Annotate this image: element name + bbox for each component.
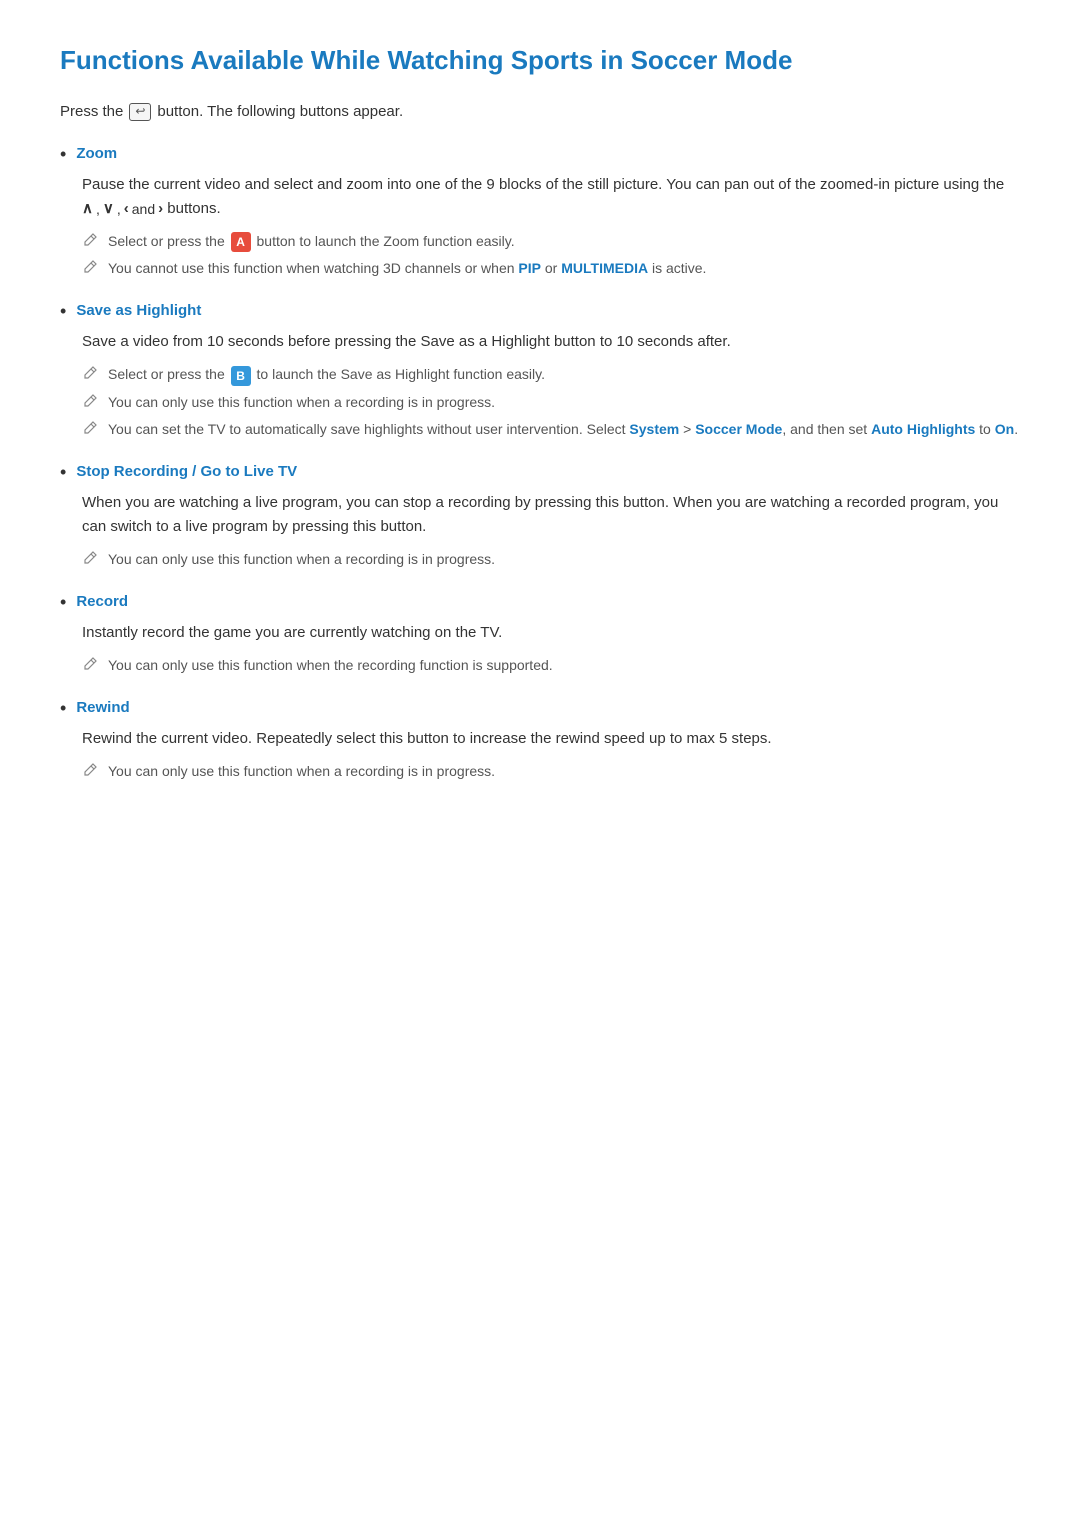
tool-button-icon (129, 103, 151, 121)
note-item: Select or press the B to launch the Save… (82, 364, 1020, 385)
btn-b-badge: B (231, 366, 251, 386)
section-body-record: Instantly record the game you are curren… (82, 621, 1020, 676)
section-title-stop-recording: Stop Recording / Go to Live TV (76, 460, 297, 484)
section-body-zoom: Pause the current video and select and z… (82, 173, 1020, 279)
record-notes: You can only use this function when the … (82, 655, 1020, 676)
record-description: Instantly record the game you are curren… (82, 621, 1020, 645)
btn-a-badge: A (231, 232, 251, 252)
record-note-1: You can only use this function when the … (108, 655, 553, 676)
down-arrow: ∨ (103, 197, 114, 221)
features-list: • Zoom Pause the current video and selec… (60, 142, 1020, 783)
note-item: You can only use this function when a re… (82, 549, 1020, 570)
zoom-description: Pause the current video and select and z… (82, 173, 1020, 221)
stop-recording-note-1: You can only use this function when a re… (108, 549, 495, 570)
rewind-description: Rewind the current video. Repeatedly sel… (82, 727, 1020, 751)
save-highlight-note-3: You can set the TV to automatically save… (108, 419, 1018, 440)
pip-label: PIP (518, 260, 541, 276)
left-arrow: ‹ (124, 197, 129, 221)
zoom-notes: Select or press the A button to launch t… (82, 231, 1020, 279)
save-highlight-description: Save a video from 10 seconds before pres… (82, 330, 1020, 354)
bullet-dot: • (60, 142, 66, 167)
intro-prefix: Press the (60, 100, 123, 124)
soccer-mode-label: Soccer Mode (695, 421, 782, 437)
zoom-note-1: Select or press the A button to launch t… (108, 231, 515, 252)
stop-recording-notes: You can only use this function when a re… (82, 549, 1020, 570)
note-item: You cannot use this function when watchi… (82, 258, 1020, 279)
note-item: You can only use this function when the … (82, 655, 1020, 676)
save-highlight-note-1: Select or press the B to launch the Save… (108, 364, 545, 385)
list-item-save-as-highlight: • Save as Highlight Save a video from 10… (60, 299, 1020, 439)
bullet-dot: • (60, 299, 66, 324)
note-item: You can only use this function when a re… (82, 392, 1020, 413)
zoom-note-2: You cannot use this function when watchi… (108, 258, 706, 279)
note-item: Select or press the A button to launch t… (82, 231, 1020, 252)
save-highlight-note-2: You can only use this function when a re… (108, 392, 495, 413)
list-item-zoom: • Zoom Pause the current video and selec… (60, 142, 1020, 279)
on-label: On (995, 421, 1014, 437)
page-title: Functions Available While Watching Sport… (60, 40, 1020, 82)
pencil-icon (82, 762, 100, 780)
multimedia-label: MULTIMEDIA (561, 260, 648, 276)
section-title-rewind: Rewind (76, 696, 129, 720)
pencil-icon (82, 232, 100, 250)
right-arrow: › (158, 197, 163, 221)
bullet-dot: • (60, 696, 66, 721)
list-item-record: • Record Instantly record the game you a… (60, 590, 1020, 676)
list-item-rewind: • Rewind Rewind the current video. Repea… (60, 696, 1020, 782)
section-body-stop-recording: When you are watching a live program, yo… (82, 491, 1020, 570)
and-text: and (132, 198, 155, 220)
section-title-record: Record (76, 590, 128, 614)
auto-highlights-label: Auto Highlights (871, 421, 975, 437)
pencil-icon (82, 656, 100, 674)
arrow-symbols: ∧, ∨, ‹ and › (82, 197, 163, 221)
list-item-stop-recording: • Stop Recording / Go to Live TV When yo… (60, 460, 1020, 570)
pencil-icon (82, 420, 100, 438)
note-item: You can only use this function when a re… (82, 761, 1020, 782)
rewind-note-1: You can only use this function when a re… (108, 761, 495, 782)
pencil-icon (82, 365, 100, 383)
rewind-notes: You can only use this function when a re… (82, 761, 1020, 782)
pencil-icon (82, 393, 100, 411)
pencil-icon (82, 259, 100, 277)
stop-recording-description: When you are watching a live program, yo… (82, 491, 1020, 539)
section-title-save-as-highlight: Save as Highlight (76, 299, 201, 323)
section-title-zoom: Zoom (76, 142, 117, 166)
up-arrow: ∧ (82, 197, 93, 221)
intro-suffix: button. The following buttons appear. (157, 100, 403, 124)
intro-text: Press the button. The following buttons … (60, 100, 1020, 124)
section-body-save-as-highlight: Save a video from 10 seconds before pres… (82, 330, 1020, 439)
note-item: You can set the TV to automatically save… (82, 419, 1020, 440)
pencil-icon (82, 550, 100, 568)
section-body-rewind: Rewind the current video. Repeatedly sel… (82, 727, 1020, 782)
save-highlight-notes: Select or press the B to launch the Save… (82, 364, 1020, 439)
system-label: System (629, 421, 679, 437)
bullet-dot: • (60, 590, 66, 615)
bullet-dot: • (60, 460, 66, 485)
